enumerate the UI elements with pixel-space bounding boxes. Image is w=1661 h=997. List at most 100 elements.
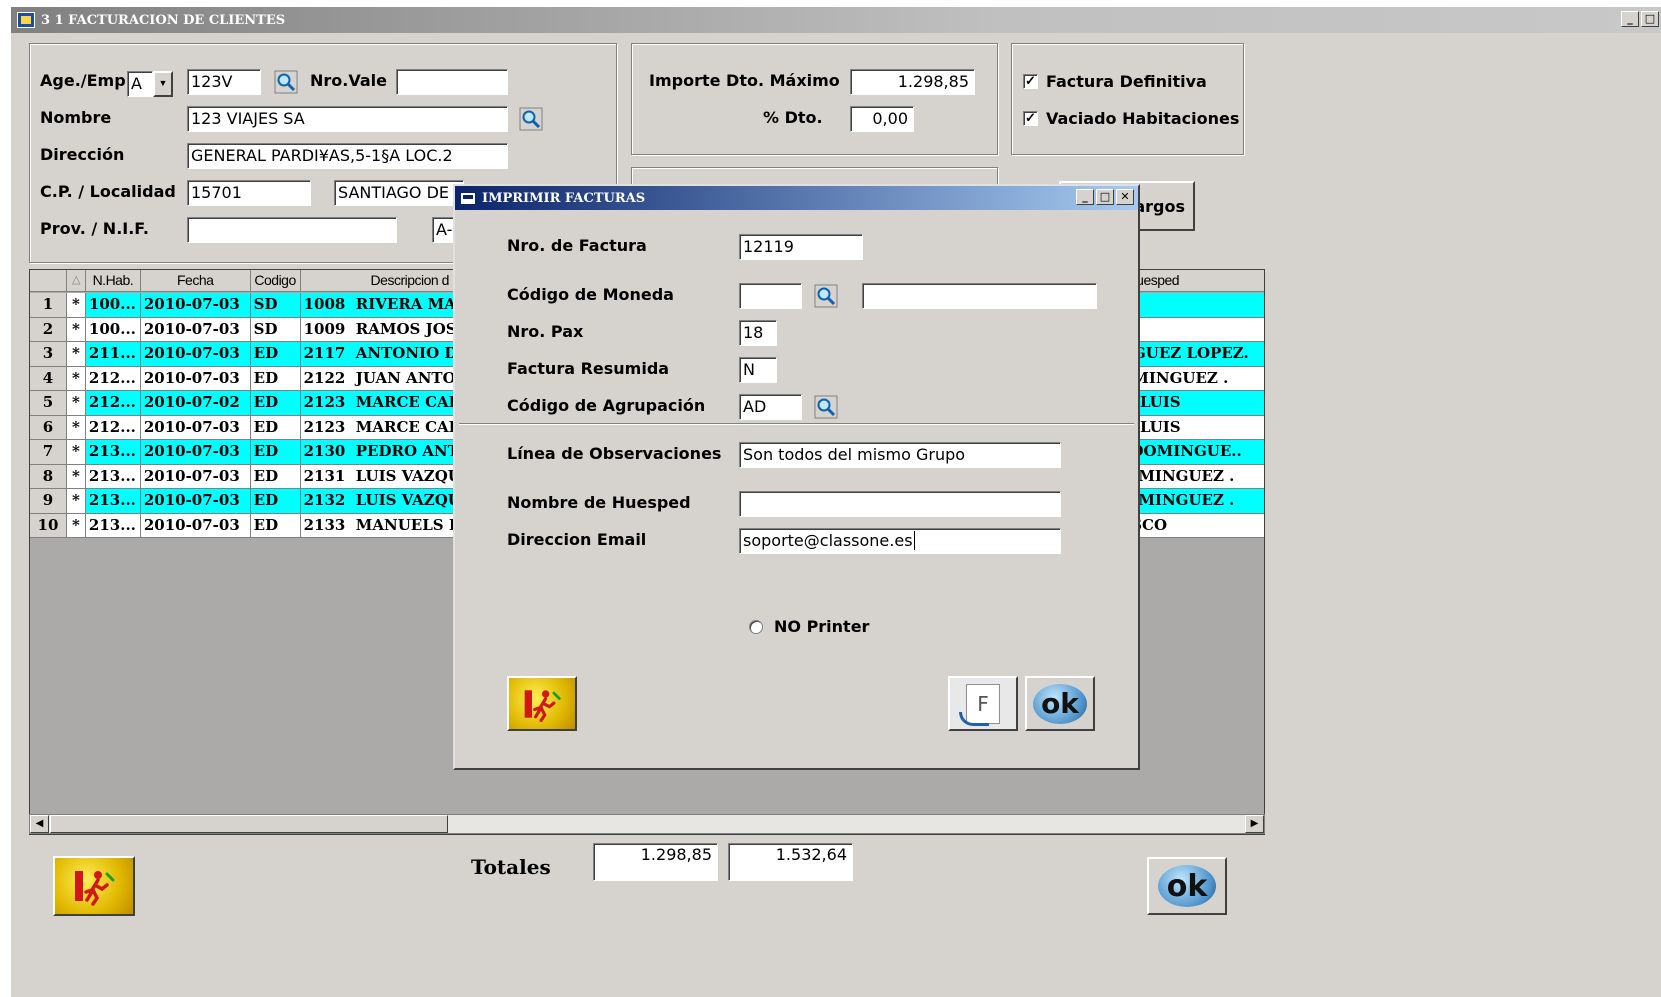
total-field-2: 1.532,64: [728, 843, 853, 881]
grid-header-hab[interactable]: N.Hab.: [86, 270, 141, 292]
importe-dto-field[interactable]: 1.298,85: [850, 69, 975, 95]
age-emp-label: Age./Emp.: [40, 71, 132, 90]
grid-header-rownum: [30, 270, 67, 292]
dialog-title: IMPRIMIR FACTURAS: [482, 190, 646, 206]
nro-vale-field[interactable]: [396, 69, 508, 95]
scroll-left-arrow-icon[interactable]: ◀: [30, 815, 49, 833]
row-number: 1: [30, 293, 67, 318]
agrupacion-search-icon[interactable]: [813, 394, 839, 420]
dialog-ok-button[interactable]: ok: [1025, 676, 1095, 731]
dialog-controls: _ □ ✕: [1076, 189, 1134, 205]
factura-definitiva-checkbox[interactable]: ✓: [1023, 74, 1038, 89]
dialog-close-button[interactable]: ✕: [1116, 189, 1134, 205]
dialog-exit-button[interactable]: [507, 676, 577, 731]
row-fecha: 2010-07-03: [140, 513, 251, 538]
scroll-thumb[interactable]: [50, 815, 448, 833]
localidad-field[interactable]: SANTIAGO DE: [334, 180, 464, 206]
pct-dto-field[interactable]: 0,00: [850, 106, 914, 132]
factura-resumida-field[interactable]: N: [739, 357, 777, 383]
row-hab: 213...: [85, 489, 141, 514]
no-printer-label: NO Printer: [774, 617, 870, 636]
importe-dto-label: Importe Dto. Máximo: [649, 71, 840, 90]
email-field[interactable]: soporte@classone.es: [739, 528, 1061, 554]
nro-pax-field[interactable]: 18: [739, 320, 777, 346]
nombre-search-icon[interactable]: [518, 106, 544, 132]
row-hab: 100...: [85, 317, 141, 342]
discount-groupbox: [631, 43, 998, 155]
cp-localidad-label: C.P. / Localidad: [40, 182, 176, 201]
agrupacion-label: Código de Agrupación: [507, 396, 706, 415]
grid-header-fecha[interactable]: Fecha: [141, 270, 251, 292]
row-marker: *: [66, 464, 86, 489]
row-fecha: 2010-07-03: [140, 440, 251, 465]
row-hab: 213...: [85, 440, 141, 465]
moneda-label: Código de Moneda: [507, 285, 674, 304]
dialog-window-icon: [460, 191, 476, 205]
emp-field[interactable]: 123V: [187, 69, 261, 95]
options-groupbox: [1011, 43, 1244, 155]
huesped-label: Nombre de Huesped: [507, 493, 691, 512]
row-hab: 212...: [85, 366, 141, 391]
no-printer-radio[interactable]: [749, 620, 763, 634]
age-field[interactable]: A: [127, 71, 153, 97]
text-cursor: [913, 531, 915, 550]
dialog-ok-label: ok: [1041, 687, 1079, 720]
dialog-pdf-button[interactable]: F: [948, 676, 1018, 731]
document-swoosh: [959, 711, 989, 726]
main-title-bar[interactable]: 3 1 FACTURACION DE CLIENTES _ □: [11, 7, 1661, 33]
grid-horizontal-scrollbar[interactable]: ◀ ▶: [29, 814, 1265, 834]
agrupacion-field[interactable]: AD: [739, 394, 802, 420]
window-title: 3 1 FACTURACION DE CLIENTES: [41, 12, 286, 28]
row-fecha: 2010-07-03: [140, 293, 251, 318]
dialog-maximize-button[interactable]: □: [1096, 189, 1114, 205]
factura-resumida-label: Factura Resumida: [507, 359, 670, 378]
nombre-field[interactable]: 123 VIAJES SA: [187, 106, 508, 132]
row-hab: 213...: [85, 464, 141, 489]
nro-pax-label: Nro. Pax: [507, 322, 584, 341]
pct-dto-label: % Dto.: [763, 108, 823, 127]
grid-header-codigo[interactable]: Codigo: [251, 270, 301, 292]
row-number: 8: [30, 464, 67, 489]
nro-vale-label: Nro.Vale: [310, 71, 387, 90]
row-codigo: SD: [250, 317, 301, 342]
nro-factura-field[interactable]: 12119: [739, 234, 863, 260]
factura-definitiva-label: Factura Definitiva: [1046, 72, 1207, 91]
row-marker: *: [66, 342, 86, 367]
observaciones-field[interactable]: Son todos del mismo Grupo: [739, 442, 1061, 468]
huesped-field[interactable]: [739, 491, 1061, 517]
age-dropdown-button[interactable]: ▼: [153, 71, 173, 97]
maximize-button[interactable]: □: [1641, 11, 1659, 27]
direccion-field[interactable]: GENERAL PARDI¥AS,5-1§A LOC.2: [187, 143, 508, 169]
row-number: 2: [30, 317, 67, 342]
scroll-right-arrow-icon[interactable]: ▶: [1245, 815, 1264, 833]
moneda-search-icon[interactable]: [813, 283, 839, 309]
dialog-minimize-button[interactable]: _: [1076, 189, 1094, 205]
email-label: Direccion Email: [507, 530, 647, 549]
vaciado-habitaciones-checkbox[interactable]: ✓: [1023, 111, 1038, 126]
row-hab: 211...: [85, 342, 141, 367]
ok-label: ok: [1166, 868, 1208, 904]
exit-button[interactable]: [53, 856, 135, 916]
moneda-field[interactable]: [739, 283, 802, 309]
dialog-title-bar[interactable]: IMPRIMIR FACTURAS _ □ ✕: [455, 186, 1138, 210]
row-marker: *: [66, 391, 86, 416]
row-hab: 212...: [85, 415, 141, 440]
row-hab: 100...: [85, 293, 141, 318]
cp-field[interactable]: 15701: [187, 180, 311, 206]
prov-field[interactable]: [187, 217, 397, 243]
emp-search-icon[interactable]: [273, 69, 299, 95]
row-number: 5: [30, 391, 67, 416]
ok-button[interactable]: ok: [1147, 857, 1227, 915]
row-number: 4: [30, 366, 67, 391]
dialog-separator: [459, 423, 1134, 425]
row-marker: *: [66, 415, 86, 440]
exit-door-icon: [55, 858, 133, 914]
row-fecha: 2010-07-03: [140, 342, 251, 367]
total-field-1: 1.298,85: [593, 843, 718, 881]
minimize-button[interactable]: _: [1621, 11, 1639, 27]
row-marker: *: [66, 440, 86, 465]
document-f-icon: F: [959, 683, 1000, 726]
row-number: 9: [30, 489, 67, 514]
grid-header-mark[interactable]: △: [67, 270, 86, 292]
dialog-ok-icon: ok: [1033, 683, 1087, 724]
